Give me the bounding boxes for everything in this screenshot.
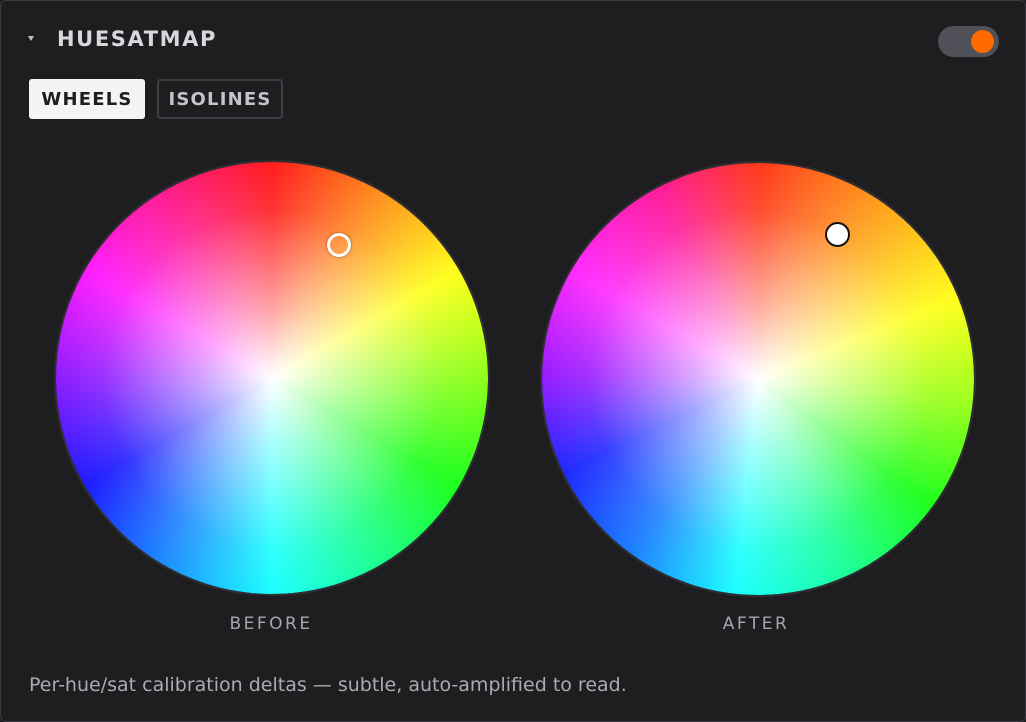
- after-wheel-marker[interactable]: [825, 222, 850, 247]
- tab-wheels[interactable]: WHEELS: [29, 79, 145, 119]
- after-color-wheel[interactable]: [540, 161, 976, 597]
- after-label: AFTER: [722, 614, 790, 634]
- before-wheel-marker[interactable]: [327, 233, 351, 257]
- huesatmap-panel: HUESATMAP WHEELS ISOLINES BEFORE AFTER P…: [0, 0, 1026, 722]
- saturation-overlay: [542, 163, 974, 595]
- saturation-overlay: [56, 162, 488, 594]
- caret-down-icon[interactable]: [28, 36, 34, 41]
- toggle-knob: [971, 30, 994, 53]
- before-label: BEFORE: [229, 614, 313, 634]
- before-color-wheel[interactable]: [54, 160, 490, 596]
- enable-toggle[interactable]: [938, 26, 999, 57]
- tab-isolines[interactable]: ISOLINES: [157, 79, 283, 119]
- panel-title: HUESATMAP: [57, 27, 217, 51]
- footnote-text: Per-hue/sat calibration deltas — subtle,…: [29, 674, 627, 696]
